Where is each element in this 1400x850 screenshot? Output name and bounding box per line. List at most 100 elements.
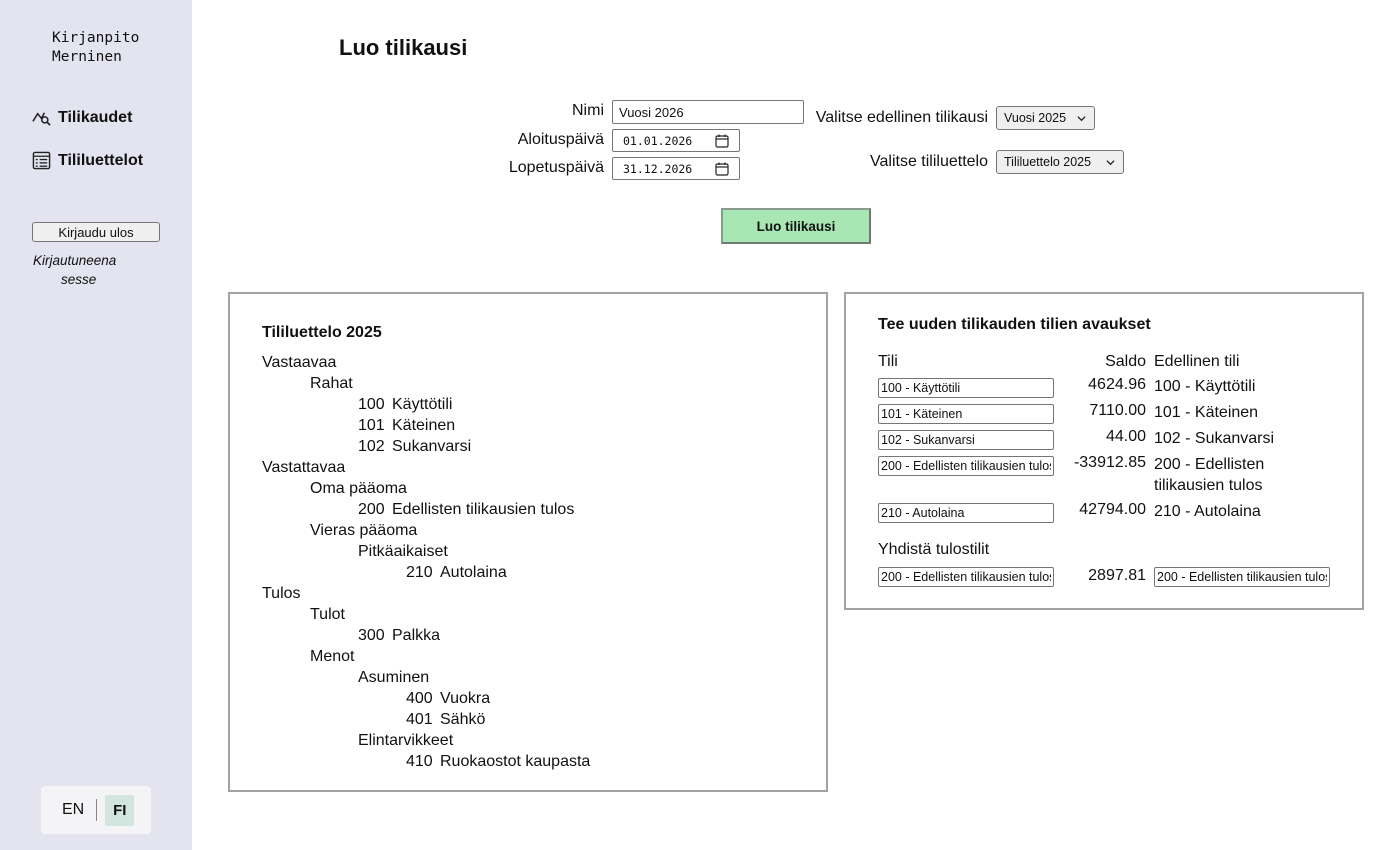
account-number: 410 [406,753,433,770]
account-group-row: Oma pääoma [262,478,590,499]
opening-account-input[interactable] [878,503,1054,523]
nav-label-tililuettelot: Tililuettelot [58,151,144,169]
account-list-select[interactable]: Tililuettelo 2025 [996,150,1124,174]
header-balance: Saldo [1105,353,1146,370]
account-name: Käteinen [392,417,456,434]
account-group-row: Vastaavaa [262,352,590,373]
prev-period-value: Vuosi 2025 [1004,111,1067,125]
start-date-value: 01.01.2026 [623,133,693,148]
language-fi[interactable]: FI [105,794,135,826]
account-list-title: Tililuettelo 2025 [262,324,382,341]
account-number: 200 [358,501,385,518]
openings-panel: Tee uuden tilikauden tilien avaukset Til… [844,292,1364,610]
header-account: Tili [878,353,898,370]
account-group-name: Asuminen [358,669,430,686]
account-group-name: Vastaavaa [262,354,337,371]
merge-label: Yhdistä tulostilit [878,541,990,558]
calendar-icon[interactable] [715,162,729,176]
merge-account-input[interactable] [878,567,1054,587]
account-group-name: Vieras pääoma [310,522,418,539]
opening-account-input[interactable] [878,404,1054,424]
account-group-row: Rahat [262,373,590,394]
account-group-name: Tulos [262,585,301,602]
username: sesse [61,272,97,287]
account-group-row: Asuminen [262,667,590,688]
logout-button[interactable]: Kirjaudu ulos [32,222,160,242]
account-name: Autolaina [440,564,507,581]
account-group-name: Elintarvikkeet [358,732,454,749]
account-group-name: Menot [310,648,355,665]
chevron-down-icon [1077,116,1086,122]
opening-previous-account: 101 - Käteinen [1154,404,1259,421]
end-date-value: 31.12.2026 [623,161,693,176]
language-switcher: EN FI [41,786,151,834]
nav-label-tilikaudet: Tilikaudet [58,108,133,126]
account-row: 100 Käyttötili [262,394,590,415]
opening-balance: 7110.00 [1089,402,1146,419]
sidebar: Kirjanpito Merninen Tilikaudet Tililuett… [0,0,192,850]
opening-previous-account: 210 - Autolaina [1154,503,1261,520]
start-date-label: Aloituspäivä [517,131,604,148]
brand-line-2: Merninen [52,49,122,65]
account-group-name: Rahat [310,375,353,392]
opening-previous-account: 100 - Käyttötili [1154,378,1256,395]
name-label: Nimi [572,102,604,119]
account-group-name: Pitkäaikaiset [358,543,448,560]
openings-title: Tee uuden tilikauden tilien avaukset [878,316,1151,333]
brand-line-1: Kirjanpito [52,30,140,46]
opening-balance: 44.00 [1105,428,1146,445]
account-name: Käyttötili [392,396,453,413]
account-number: 300 [358,627,385,644]
account-group-row: Pitkäaikaiset [262,541,590,562]
account-group-row: Menot [262,646,590,667]
account-row: 410 Ruokaostot kaupasta [262,751,590,772]
prev-period-label: Valitse edellinen tilikausi [815,109,988,126]
account-row: 102 Sukanvarsi [262,436,590,457]
prev-period-select[interactable]: Vuosi 2025 [996,106,1095,130]
opening-account-input[interactable] [878,430,1054,450]
account-number: 210 [406,564,433,581]
account-group-row: Vastattavaa [262,457,590,478]
account-list-panel: Tililuettelo 2025 Vastaavaa Rahat 100 Käytt… [228,292,828,792]
account-row: 101 Käteinen [262,415,590,436]
name-input[interactable] [612,100,804,124]
account-name: Palkka [392,627,441,644]
end-date-label: Lopetuspäivä [508,159,604,176]
opening-previous-account: 102 - Sukanvarsi [1154,430,1275,447]
calendar-icon[interactable] [715,134,729,148]
account-group-name: Vastattavaa [262,459,346,476]
account-group-row: Tulot [262,604,590,625]
account-name: Sähkö [440,711,486,728]
account-row: 400 Vuokra [262,688,590,709]
account-row: 300 Palkka [262,625,590,646]
start-date-input[interactable]: 01.01.2026 [612,129,740,152]
end-date-input[interactable]: 31.12.2026 [612,157,740,180]
account-group-row: Elintarvikkeet [262,730,590,751]
header-previous: Edellinen tili [1154,353,1240,370]
language-en[interactable]: EN [62,801,84,819]
account-number: 401 [406,711,433,728]
opening-account-input[interactable] [878,378,1054,398]
account-group-name: Tulot [310,606,345,623]
list-icon [32,151,51,170]
account-list-value: Tililuettelo 2025 [1004,155,1092,169]
account-row: 200 Edellisten tilikausien tulos [262,499,590,520]
account-row: 401 Sähkö [262,709,590,730]
account-group-row: Vieras pääoma [262,520,590,541]
account-number: 100 [358,396,385,413]
chart-search-icon [32,112,51,126]
create-period-button[interactable]: Luo tilikausi [721,208,871,244]
opening-previous-account: 200 - Edellisten tilikausien tulos [1154,456,1265,494]
app-brand: Kirjanpito Merninen [52,29,139,67]
nav-item-tilikaudet[interactable]: Tilikaudet [32,108,132,127]
account-name: Edellisten tilikausien tulos [392,501,575,518]
account-name: Ruokaostot kaupasta [440,753,591,770]
nav-item-tililuettelot[interactable]: Tililuettelot [32,151,143,170]
account-number: 101 [358,417,385,434]
opening-account-input[interactable] [878,456,1054,476]
logged-in-label: Kirjautuneena [33,253,117,268]
merge-previous-input[interactable] [1154,567,1330,587]
account-number: 400 [406,690,433,707]
account-name: Vuokra [440,690,491,707]
opening-balance: 4624.96 [1088,376,1146,393]
